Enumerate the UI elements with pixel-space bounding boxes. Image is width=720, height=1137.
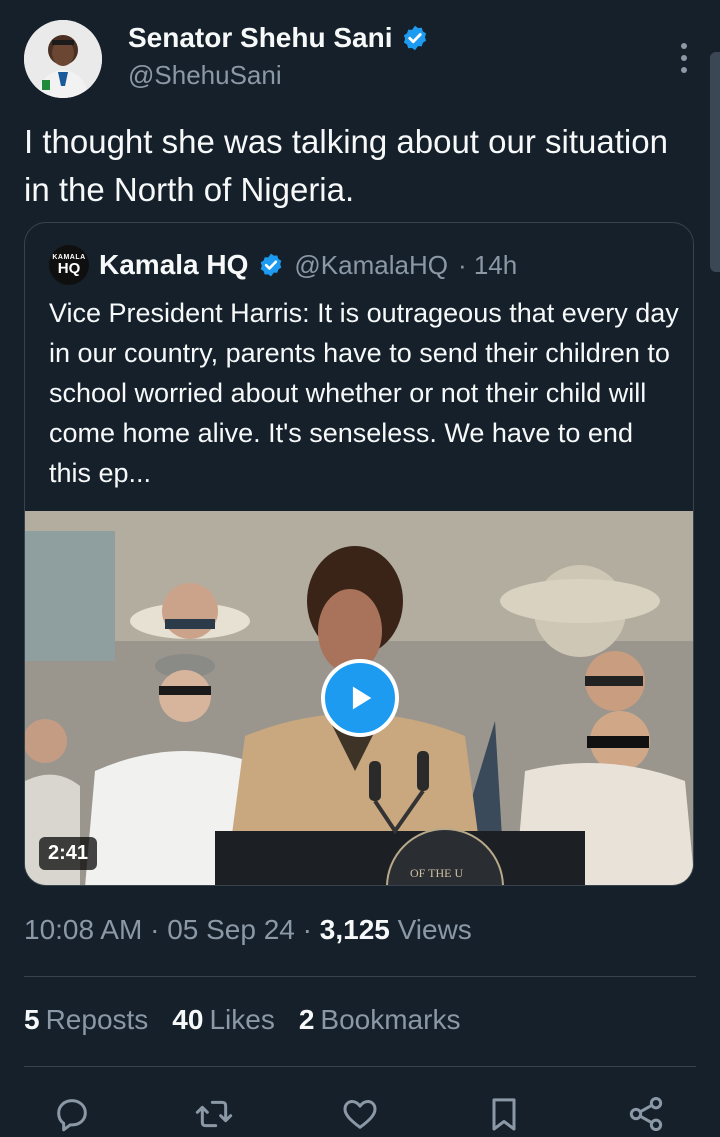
action-bar — [0, 1090, 720, 1137]
views-label: Views — [397, 914, 472, 945]
engagement-stats: 5 Reposts 40 Likes 2 Bookmarks — [24, 1004, 460, 1036]
reposts-stat[interactable]: 5 Reposts — [24, 1004, 148, 1036]
scrollbar[interactable] — [710, 52, 720, 272]
verified-badge-icon — [403, 25, 426, 51]
play-button[interactable] — [321, 659, 399, 737]
avatar[interactable] — [24, 20, 102, 98]
quoted-author-handle[interactable]: @KamalaHQ — [294, 250, 448, 281]
tweet-date[interactable]: 05 Sep 24 — [167, 914, 295, 945]
likes-stat[interactable]: 40 Likes — [172, 1004, 275, 1036]
reply-icon[interactable] — [52, 1094, 92, 1134]
bookmarks-label: Bookmarks — [320, 1004, 461, 1035]
repost-icon[interactable] — [194, 1094, 234, 1134]
author-name[interactable]: Senator Shehu Sani — [128, 22, 393, 54]
reposts-label: Reposts — [45, 1004, 149, 1035]
bookmark-icon[interactable] — [484, 1094, 524, 1134]
video-duration: 2:41 — [39, 837, 98, 870]
bookmarks-stat[interactable]: 2 Bookmarks — [299, 1004, 461, 1036]
quoted-avatar[interactable]: KAMALA HQ — [49, 245, 89, 285]
separator: · — [302, 914, 312, 945]
quoted-author-name[interactable]: Kamala HQ — [99, 249, 248, 281]
separator: · — [150, 914, 160, 945]
share-icon[interactable] — [626, 1094, 666, 1134]
likes-label: Likes — [209, 1004, 275, 1035]
author-handle[interactable]: @ShehuSani — [128, 60, 282, 91]
divider — [24, 1066, 696, 1067]
tweet-time[interactable]: 10:08 AM — [24, 914, 142, 945]
divider — [24, 976, 696, 977]
like-icon[interactable] — [340, 1094, 380, 1134]
tweet-header: Senator Shehu Sani @ShehuSani — [24, 18, 700, 100]
tweet-text: I thought she was talking about our situ… — [24, 123, 668, 208]
podium-seal-text: OF THE U — [410, 866, 463, 880]
verified-badge-icon — [261, 253, 282, 277]
more-options-icon[interactable] — [674, 38, 694, 78]
bookmarks-count: 2 — [298, 1004, 315, 1035]
video-player[interactable]: OF THE U 2:41 — [25, 511, 693, 885]
play-icon — [352, 686, 372, 710]
quoted-header: KAMALA HQ Kamala HQ @KamalaHQ · 14h — [49, 245, 517, 285]
tweet-timestamp: 10:08 AM · 05 Sep 24 · 3,125 Views — [24, 914, 472, 946]
likes-count: 40 — [172, 1004, 204, 1035]
avatar-image — [24, 20, 102, 98]
quoted-text: Vice President Harris: It is outrageous … — [49, 298, 679, 488]
reposts-count: 5 — [24, 1004, 40, 1035]
quoted-logo-big: HQ — [57, 260, 81, 277]
quoted-time: · 14h — [457, 249, 518, 280]
views-count: 3,125 — [319, 914, 390, 945]
quoted-tweet[interactable]: KAMALA HQ Kamala HQ @KamalaHQ · 14h Vice… — [24, 222, 694, 886]
